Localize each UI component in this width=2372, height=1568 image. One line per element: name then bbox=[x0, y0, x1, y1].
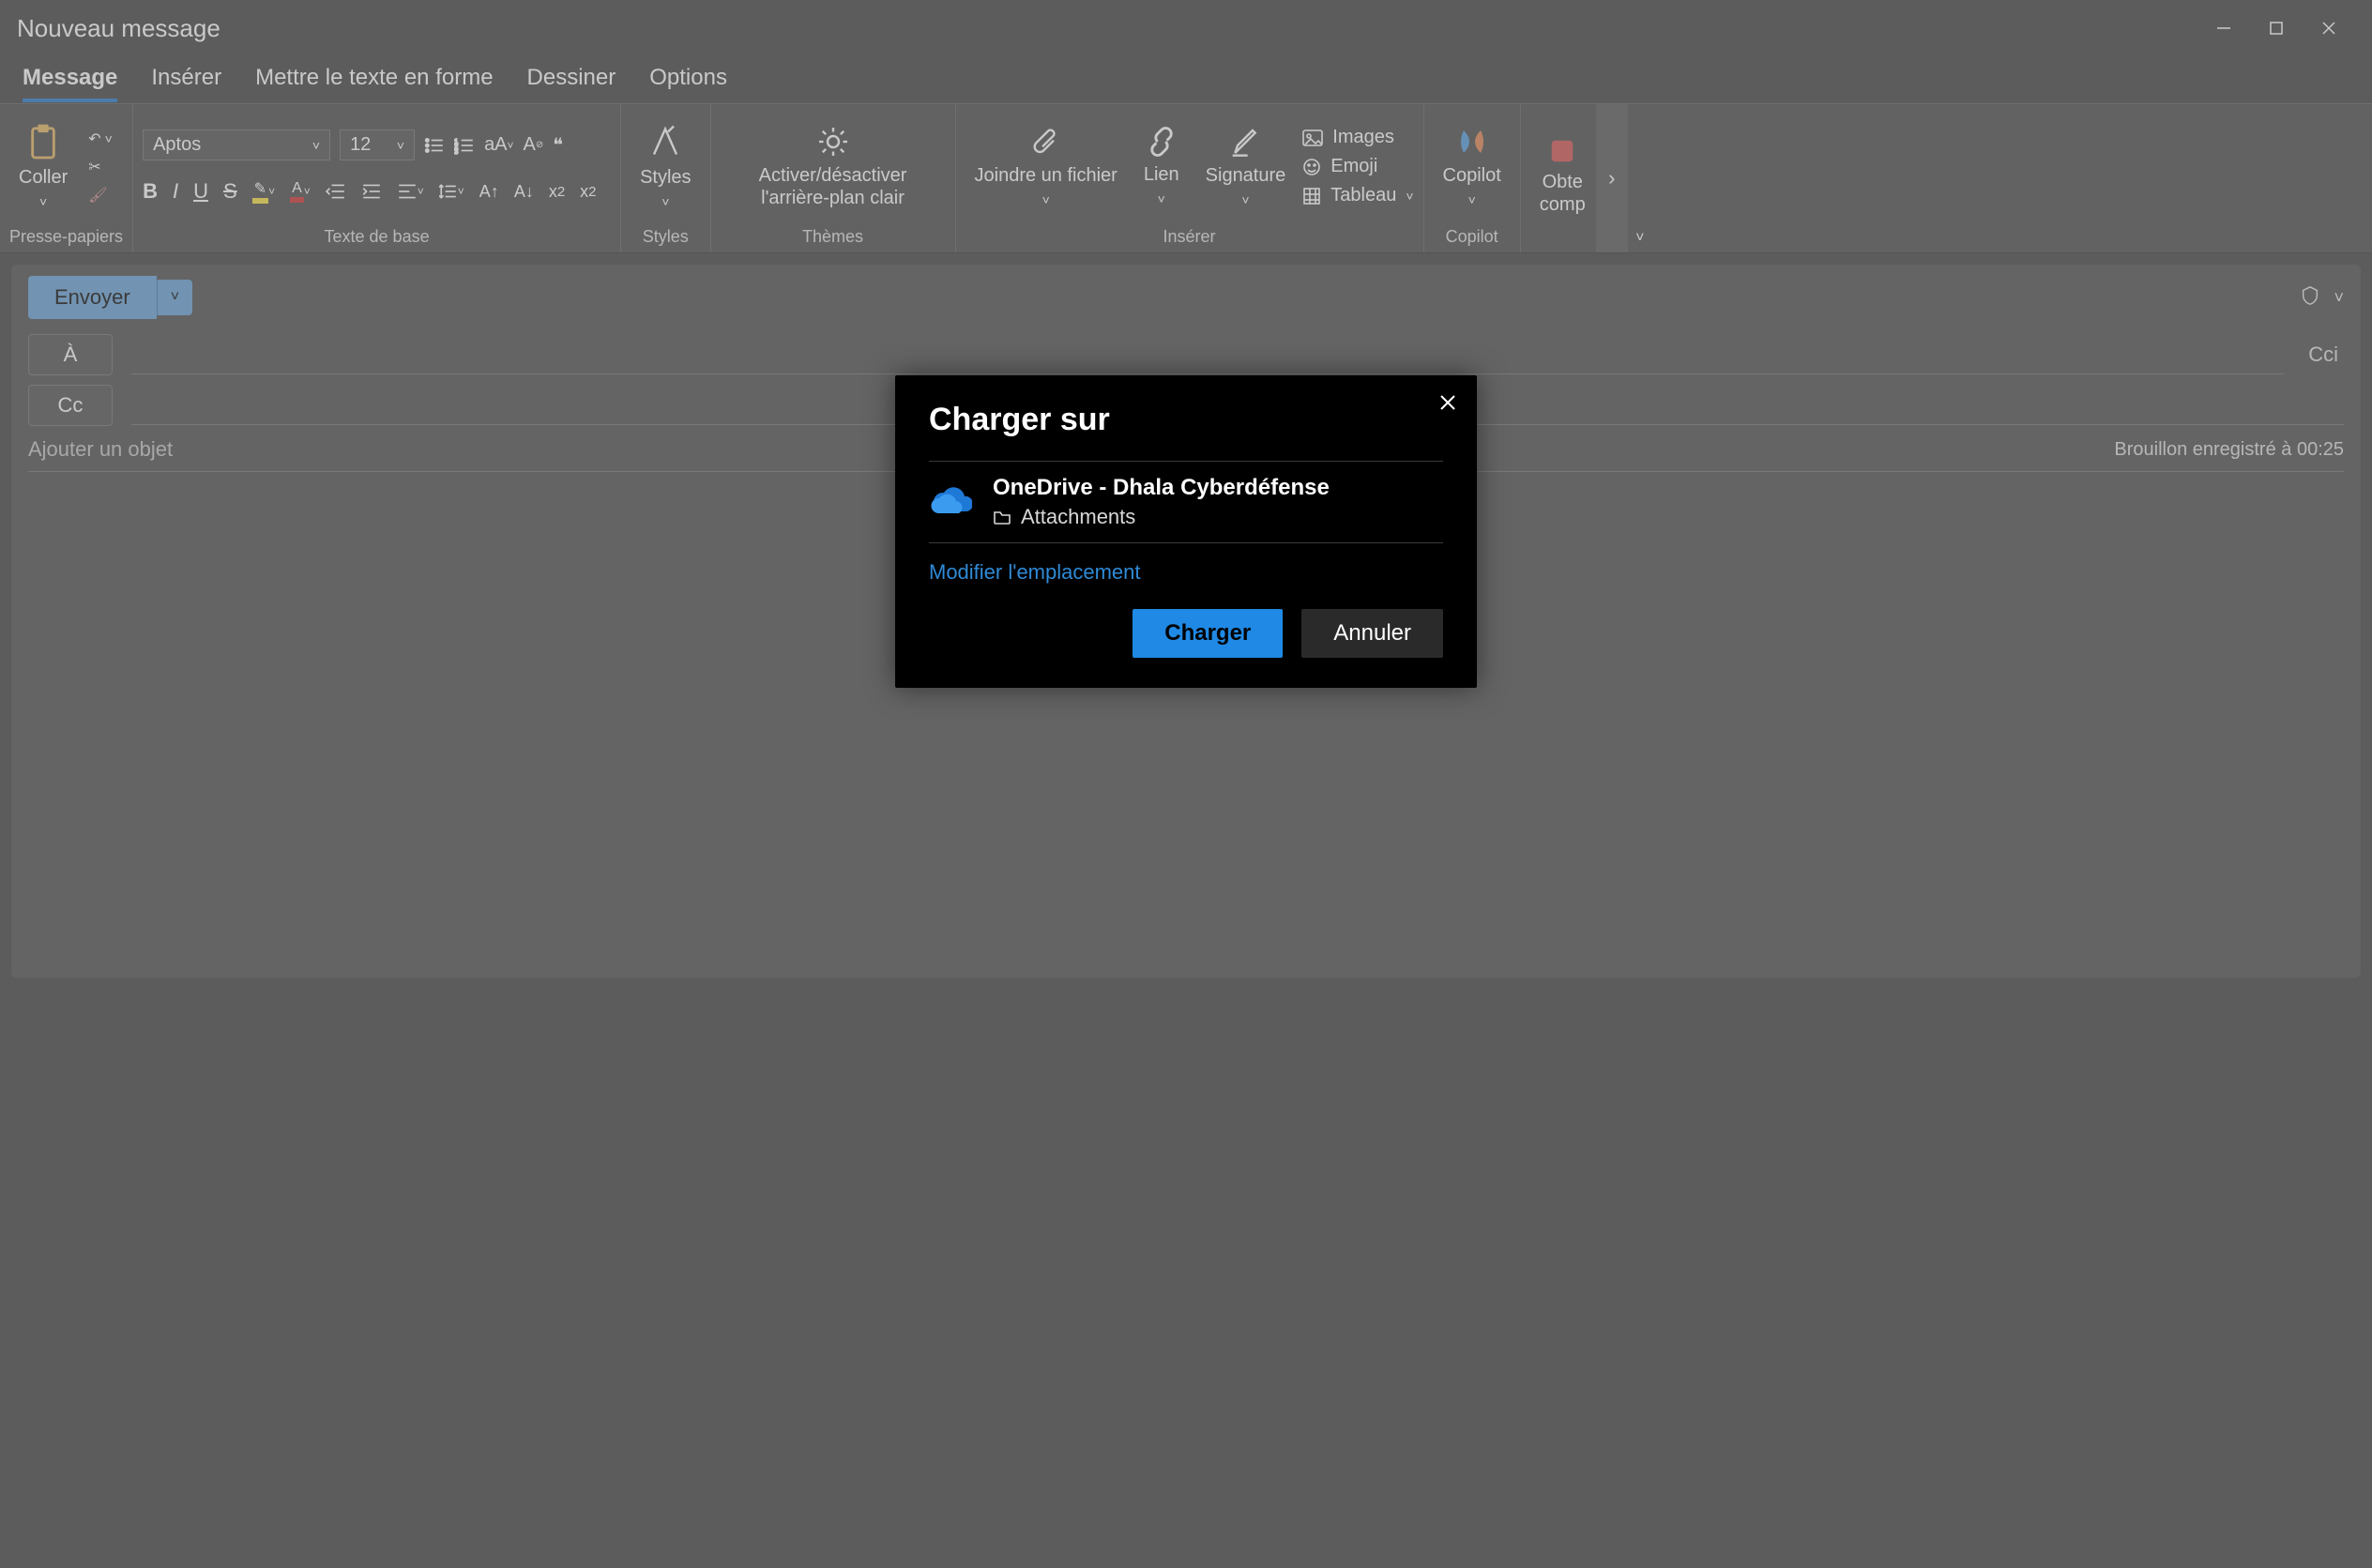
upload-button[interactable]: Charger bbox=[1133, 609, 1283, 658]
folder-icon bbox=[993, 510, 1011, 525]
cancel-label: Annuler bbox=[1333, 620, 1411, 646]
modal-title: Charger sur bbox=[929, 402, 1443, 438]
location-primary: OneDrive - Dhala Cyberdéfense bbox=[993, 475, 1330, 501]
upload-location-row[interactable]: OneDrive - Dhala Cyberdéfense Attachment… bbox=[929, 461, 1443, 543]
cancel-button[interactable]: Annuler bbox=[1301, 609, 1443, 658]
upload-modal: Charger sur OneDrive - Dhala Cyberdéfens… bbox=[895, 375, 1477, 688]
upload-label: Charger bbox=[1164, 620, 1251, 646]
location-secondary: Attachments bbox=[1021, 505, 1135, 529]
modal-overlay: Charger sur OneDrive - Dhala Cyberdéfens… bbox=[0, 0, 2372, 1568]
modal-close-button[interactable] bbox=[1439, 392, 1456, 417]
onedrive-icon bbox=[929, 487, 972, 517]
change-location-link[interactable]: Modifier l'emplacement bbox=[929, 560, 1141, 585]
